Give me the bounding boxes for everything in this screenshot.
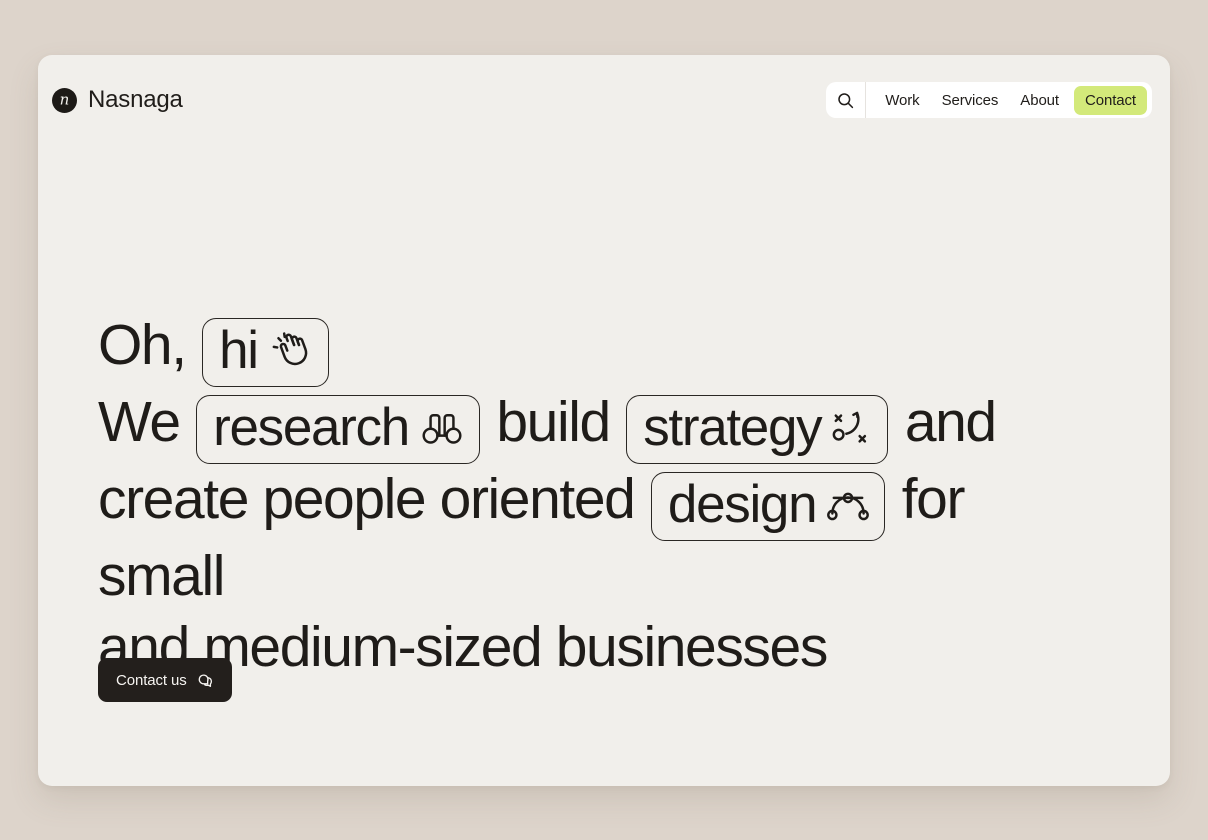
contact-us-label: Contact us <box>116 671 187 689</box>
search-icon[interactable] <box>826 82 867 118</box>
binoculars-icon <box>419 408 465 448</box>
main-navigation: Work Services About Contact <box>826 82 1152 118</box>
chip-strategy: strategy <box>626 395 889 464</box>
strategy-playbook-icon <box>831 407 873 449</box>
chat-bubbles-icon <box>197 672 214 689</box>
nav-item-contact[interactable]: Contact <box>1074 85 1147 115</box>
logo-circle-n-icon: n <box>52 87 77 113</box>
page-card: n Nasnaga Work Services About Contact Oh… <box>38 55 1170 786</box>
page-title: Oh, hi We research build strategy and cr… <box>98 310 1058 683</box>
headline-line-1-prefix: Oh, <box>98 313 187 377</box>
nav-item-about[interactable]: About <box>1009 86 1070 115</box>
headline-line-2-prefix: We <box>98 390 181 454</box>
chip-hi-label: hi <box>219 321 259 380</box>
chip-hi: hi <box>202 318 329 387</box>
brand-name: Nasnaga <box>88 86 183 113</box>
bezier-curve-icon <box>826 487 870 523</box>
hero-section: Oh, hi We research build strategy and cr… <box>98 310 1130 683</box>
chip-research-label: research <box>213 398 410 457</box>
chip-design: design <box>650 472 886 541</box>
contact-us-button[interactable]: Contact us <box>98 658 232 702</box>
chip-strategy-label: strategy <box>643 398 822 457</box>
headline-line-3-prefix: create people oriented <box>98 467 636 531</box>
site-header: n Nasnaga Work Services About Contact <box>38 55 1170 145</box>
waving-hand-icon <box>268 328 314 374</box>
brand-logo[interactable]: n Nasnaga <box>52 86 183 114</box>
nav-item-work[interactable]: Work <box>874 86 930 115</box>
logo-letter: n <box>59 90 70 108</box>
chip-research: research <box>196 395 480 464</box>
chip-design-label: design <box>667 475 818 534</box>
headline-line-2-middle: build <box>496 390 611 454</box>
nav-item-services[interactable]: Services <box>931 86 1010 115</box>
headline-line-2-suffix: and <box>904 390 997 454</box>
